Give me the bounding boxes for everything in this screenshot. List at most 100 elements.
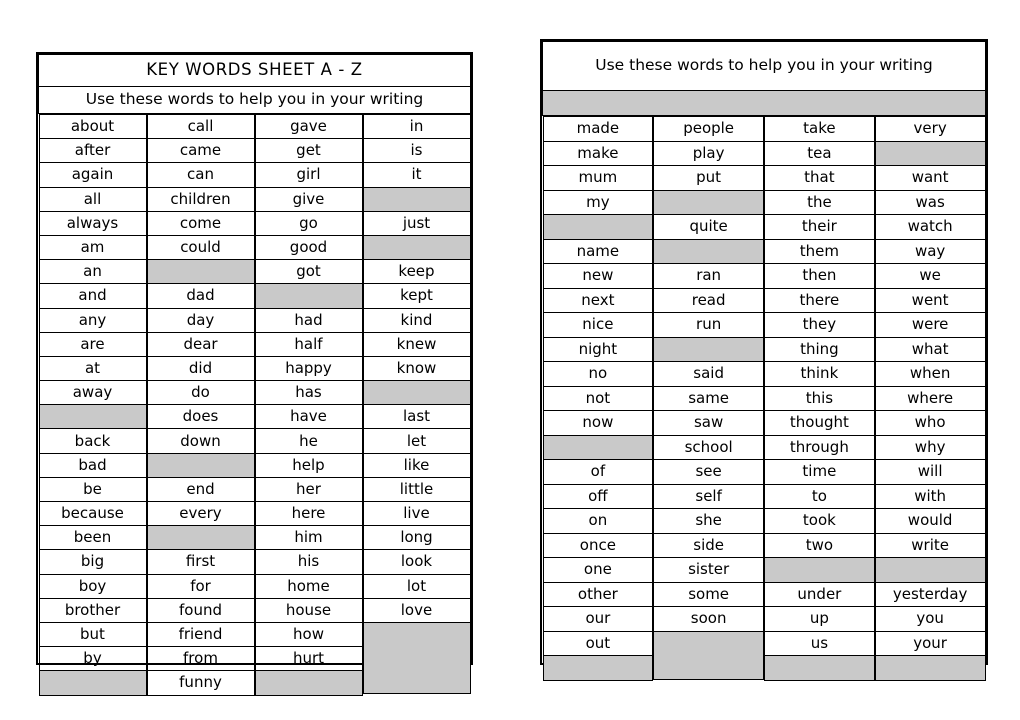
word-row: one (542, 557, 654, 583)
word-cell: back (38, 428, 147, 454)
word-cell: hurt (254, 646, 363, 672)
word-cell: love (362, 597, 471, 623)
word-cell: then (764, 263, 875, 289)
word-row: where (874, 385, 986, 411)
word-cell: had (254, 307, 363, 333)
word-cell: the (764, 189, 875, 215)
word-cell: yesterday (874, 581, 986, 607)
word-cell: bad (38, 452, 147, 478)
word-row: run (653, 312, 764, 338)
word-row: any (38, 307, 147, 333)
word-row: were (874, 312, 986, 338)
word-row: him (254, 525, 363, 551)
word-cell: take (764, 116, 875, 142)
word-cell: has (254, 380, 363, 406)
word-row: come (146, 210, 255, 236)
blank-cell (542, 214, 654, 240)
word-row: yesterday (874, 581, 986, 607)
word-cell: got (254, 259, 363, 285)
word-row (542, 655, 654, 681)
blank-cell (542, 655, 654, 681)
word-row: said (653, 361, 764, 387)
blank-cell (362, 380, 471, 406)
word-cell: end (146, 476, 255, 503)
word-row: other (542, 581, 654, 607)
word-row: does (146, 404, 255, 430)
word-cell: his (254, 549, 363, 575)
word-row: nice (542, 312, 654, 338)
word-row: can (146, 162, 255, 188)
word-row: ran (653, 263, 764, 289)
blank-cell (146, 525, 255, 551)
word-row: always (38, 210, 147, 236)
key-words-sheet-left: KEY WORDS SHEET A - Z Use these words to… (36, 52, 473, 696)
word-cell: who (874, 410, 986, 436)
word-cell: quite (653, 214, 764, 240)
word-row: about (38, 113, 147, 140)
word-cell: help (254, 452, 363, 478)
word-row: had (254, 307, 363, 333)
word-row: dad (146, 283, 255, 309)
word-row: play (653, 140, 764, 166)
word-cell: said (653, 361, 764, 387)
word-row: could (146, 234, 255, 261)
word-cell: that (764, 165, 875, 191)
word-cell: half (254, 331, 363, 357)
word-row: made (542, 116, 654, 142)
blank-cell (362, 621, 471, 694)
word-row: new (542, 263, 654, 289)
word-row: has (254, 380, 363, 406)
word-cell: put (653, 165, 764, 191)
left-sheet-subtitle: Use these words to help you in your writ… (38, 86, 471, 114)
word-cell: is (362, 138, 471, 164)
blank-cell (146, 452, 255, 478)
word-cell: again (38, 162, 147, 188)
word-cell: big (38, 549, 147, 575)
word-cell: to (764, 483, 875, 509)
word-row (146, 452, 255, 478)
word-row: to (764, 483, 875, 509)
word-row: because (38, 500, 147, 527)
word-row: all (38, 186, 147, 212)
word-row: night (542, 336, 654, 362)
blank-cell (254, 283, 363, 309)
word-row: quite (653, 214, 764, 240)
word-row (653, 336, 764, 362)
word-cell: some (653, 581, 764, 607)
word-row: our (542, 606, 654, 632)
word-cell: no (542, 361, 654, 387)
word-cell: do (146, 380, 255, 406)
word-cell: tea (764, 140, 875, 166)
word-row: side (653, 532, 764, 558)
word-row: keep (362, 259, 471, 285)
word-cell: always (38, 210, 147, 236)
word-cell: down (146, 428, 255, 454)
word-cell: first (146, 549, 255, 575)
word-cell: saw (653, 410, 764, 436)
word-row: do (146, 380, 255, 406)
word-row: day (146, 307, 255, 333)
word-cell: watch (874, 214, 986, 240)
word-cell: last (362, 404, 471, 430)
word-row: lot (362, 573, 471, 599)
word-cell: will (874, 459, 986, 485)
word-row: knew (362, 331, 471, 357)
word-row (146, 525, 255, 551)
word-row: my (542, 189, 654, 215)
word-row: hurt (254, 646, 363, 672)
word-grid-row: about after again all always am an and any are at a… (38, 113, 471, 696)
word-row (874, 557, 986, 583)
word-cell: home (254, 573, 363, 599)
word-cell: be (38, 476, 147, 503)
left-sheet-body: about after again all always am an and any are at a… (38, 113, 471, 696)
word-row (254, 283, 363, 309)
word-row: no (542, 361, 654, 387)
blank-cell (362, 234, 471, 261)
word-row: big (38, 549, 147, 575)
word-cell: him (254, 525, 363, 551)
right-sheet-body: made make mum my name new next nice night no not no… (542, 116, 986, 681)
word-cell: dear (146, 331, 255, 357)
word-row (254, 670, 363, 696)
word-cell: girl (254, 162, 363, 188)
blank-cell (764, 557, 875, 583)
